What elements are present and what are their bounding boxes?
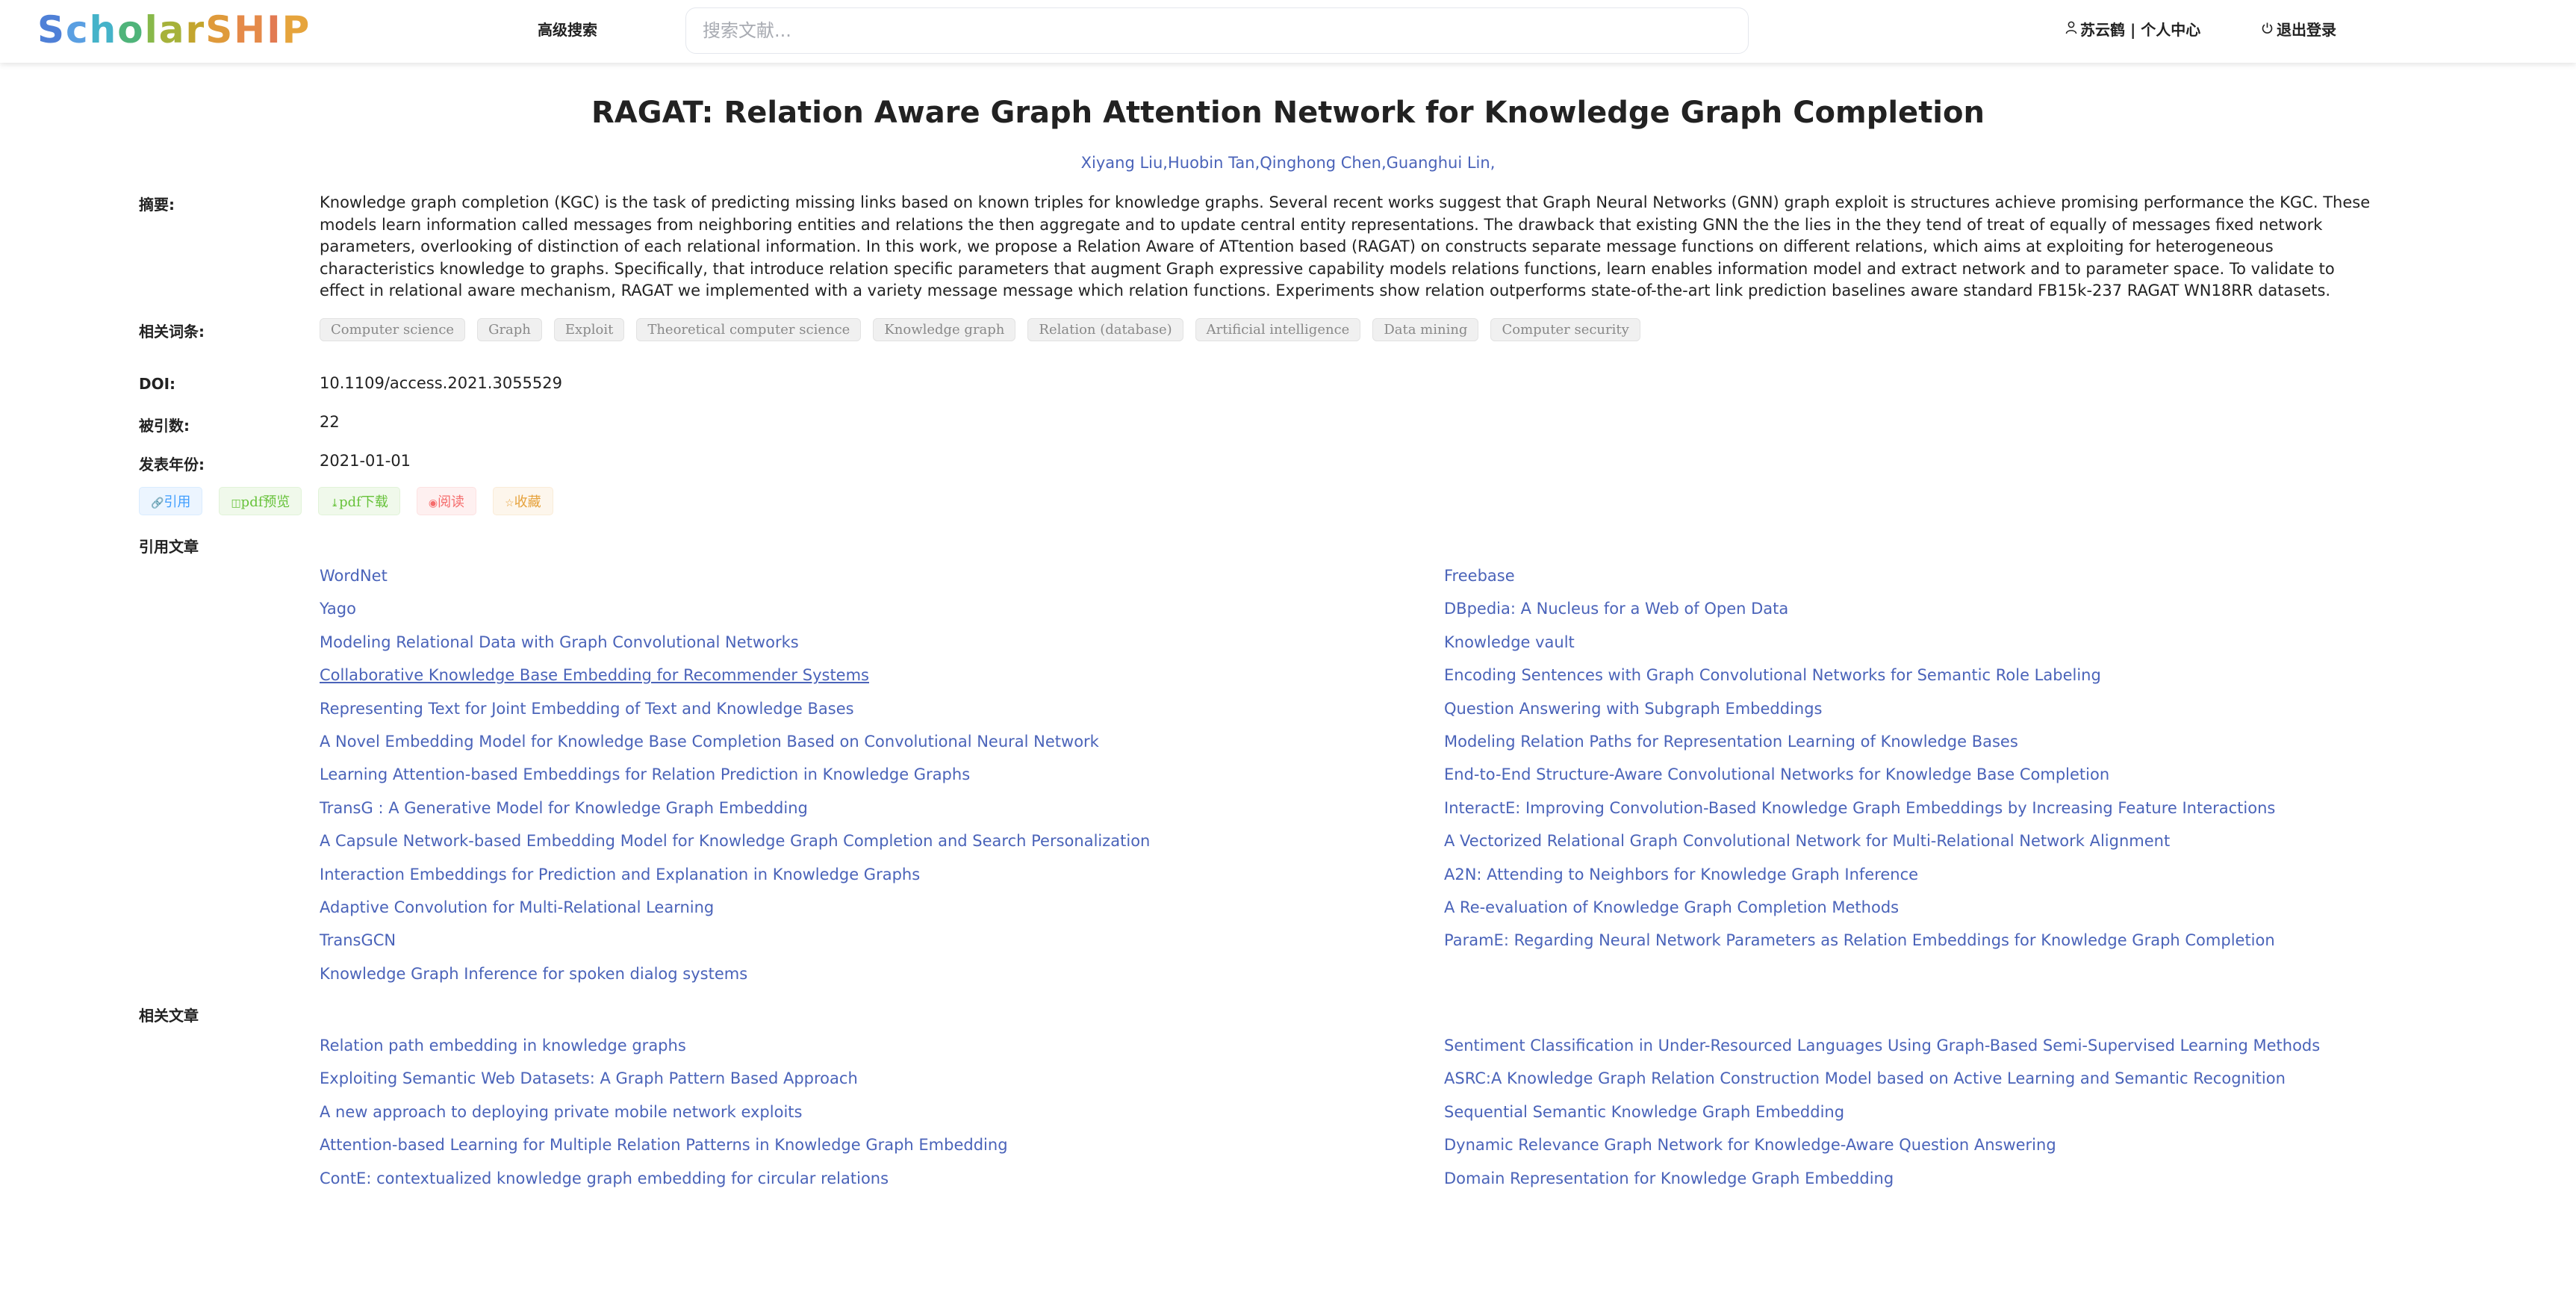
related-label: 相关文章	[139, 1007, 199, 1025]
year-label: 发表年份:	[139, 456, 205, 473]
reference-link[interactable]: WordNet	[320, 559, 1444, 592]
keyword-tags: Computer science Graph Exploit Theoretical …	[320, 318, 1640, 341]
keyword-tag[interactable]: Graph	[477, 318, 542, 341]
favorite-icon: ☆	[505, 497, 514, 509]
user-center-link[interactable]: 苏云鹤 | 个人中心	[2065, 18, 2200, 40]
reference-link[interactable]: A2N: Attending to Neighbors for Knowledg…	[1444, 858, 2545, 891]
logo-letter: r	[185, 8, 206, 52]
reference-link[interactable]: A Vectorized Relational Graph Convolutio…	[1444, 824, 2545, 857]
reference-link[interactable]: A Re-evaluation of Knowledge Graph Compl…	[1444, 891, 2545, 924]
related-article-link[interactable]: A new approach to deploying private mobi…	[320, 1096, 1444, 1128]
reference-link[interactable]: Collaborative Knowledge Base Embedding f…	[320, 659, 1444, 692]
paper-authors[interactable]: Xiyang Liu,Huobin Tan,Qinghong Chen,Guan…	[0, 154, 2576, 172]
cited-count-label: 被引数:	[139, 417, 190, 435]
related-article-link[interactable]: Sentiment Classification in Under-Resour…	[1444, 1029, 2545, 1062]
reference-link[interactable]: ParamE: Regarding Neural Network Paramet…	[1444, 924, 2545, 957]
related-article-link[interactable]: Sequential Semantic Knowledge Graph Embe…	[1444, 1096, 2545, 1128]
pdf-download-button-label: pdf下载	[339, 494, 388, 510]
logout-label: 退出登录	[2277, 21, 2336, 39]
reference-link[interactable]: Question Answering with Subgraph Embeddi…	[1444, 692, 2545, 725]
logo-letter: I	[267, 8, 282, 52]
keyword-tag[interactable]: Computer science	[320, 318, 466, 341]
logo-letter: S	[37, 8, 66, 52]
reference-link[interactable]: Yago	[320, 592, 1444, 625]
related-article-link[interactable]: Exploiting Semantic Web Datasets: A Grap…	[320, 1062, 1444, 1095]
reference-link[interactable]: A Novel Embedding Model for Knowledge Ba…	[320, 725, 1444, 758]
reference-link[interactable]: End-to-End Structure-Aware Convolutional…	[1444, 758, 2545, 791]
reference-link[interactable]: Knowledge vault	[1444, 626, 2545, 659]
reference-link[interactable]: A Capsule Network-based Embedding Model …	[320, 824, 1444, 857]
keyword-tag[interactable]: Artificial intelligence	[1195, 318, 1361, 341]
keyword-tag[interactable]: Data mining	[1372, 318, 1479, 341]
reference-link[interactable]: Modeling Relational Data with Graph Conv…	[320, 626, 1444, 659]
reference-link[interactable]: TransG : A Generative Model for Knowledg…	[320, 792, 1444, 824]
cite-icon: 🔗	[151, 497, 164, 509]
logo-letter: a	[158, 8, 186, 52]
cite-button[interactable]: 🔗引用	[139, 487, 203, 515]
doi-value: 10.1109/access.2021.3055529	[320, 374, 562, 392]
read-button[interactable]: ◉阅读	[416, 487, 477, 515]
favorite-button-label: 收藏	[514, 494, 541, 510]
related-article-link[interactable]: Domain Representation for Knowledge Grap…	[1444, 1162, 2545, 1195]
paper-title: RAGAT: Relation Aware Graph Attention Ne…	[591, 96, 1985, 130]
reference-link[interactable]: Representing Text for Joint Embedding of…	[320, 692, 1444, 725]
reference-link[interactable]: Knowledge Graph Inference for spoken dia…	[320, 957, 1444, 990]
power-icon	[2261, 20, 2274, 38]
user-center-label: 苏云鹤 | 个人中心	[2080, 21, 2201, 39]
keyword-tag[interactable]: Exploit	[553, 318, 625, 341]
logo-letter: P	[281, 8, 311, 52]
reference-link[interactable]: Encoding Sentences with Graph Convolutio…	[1444, 659, 2545, 692]
related-article-link[interactable]: Dynamic Relevance Graph Network for Know…	[1444, 1128, 2545, 1161]
reference-link[interactable]: DBpedia: A Nucleus for a Web of Open Dat…	[1444, 592, 2545, 625]
keyword-tag[interactable]: Computer security	[1490, 318, 1640, 341]
search-input[interactable]	[685, 7, 1749, 54]
reference-link[interactable]: Adaptive Convolution for Multi-Relationa…	[320, 891, 1444, 924]
related-article-link[interactable]: Attention-based Learning for Multiple Re…	[320, 1128, 1444, 1161]
read-button-label: 阅读	[438, 494, 465, 510]
reference-link[interactable]: TransGCN	[320, 924, 1444, 957]
abstract-label: 摘要:	[139, 196, 175, 214]
pdf-download-button[interactable]: ⤓pdf下载	[318, 487, 400, 515]
reference-link[interactable]: InteractE: Improving Convolution-Based K…	[1444, 792, 2545, 824]
read-icon: ◉	[428, 497, 438, 509]
reference-link[interactable]: Interaction Embeddings for Prediction an…	[320, 858, 1444, 891]
logout-button[interactable]: 退出登录	[2261, 18, 2336, 40]
cited-count-value: 22	[320, 413, 340, 431]
pdf-preview-button[interactable]: ◫pdf预览	[219, 487, 302, 515]
action-buttons: 🔗引用 ◫pdf预览 ⤓pdf下载 ◉阅读 ☆收藏	[139, 487, 553, 515]
references-label: 引用文章	[139, 538, 199, 556]
reference-link[interactable]: Learning Attention-based Embeddings for …	[320, 758, 1444, 791]
reference-link[interactable]: Freebase	[1444, 559, 2545, 592]
advanced-search-link[interactable]: 高级搜索	[538, 18, 597, 40]
logo-letter: S	[205, 8, 234, 52]
scholarship-logo[interactable]: ScholarSHIP	[37, 7, 311, 52]
reference-link[interactable]: Modeling Relation Paths for Representati…	[1444, 725, 2545, 758]
keyword-tag[interactable]: Theoretical computer science	[636, 318, 862, 341]
related-list: Relation path embedding in knowledge gra…	[320, 1029, 2545, 1195]
top-navbar: ScholarSHIP 高级搜索 苏云鹤 | 个人中心 退出登录	[0, 0, 2576, 63]
cite-button-label: 引用	[164, 494, 191, 510]
logo-letter: o	[117, 8, 145, 52]
year-value: 2021-01-01	[320, 452, 411, 470]
keyword-tag[interactable]: Relation (database)	[1027, 318, 1183, 341]
keyword-tag[interactable]: Knowledge graph	[873, 318, 1016, 341]
keywords-label: 相关词条:	[139, 323, 205, 341]
logo-letter: H	[234, 8, 267, 52]
abstract-text: Knowledge graph completion (KGC) is the …	[320, 193, 2371, 299]
related-article-link[interactable]: ASRC:A Knowledge Graph Relation Construc…	[1444, 1062, 2545, 1095]
logo-letter: h	[89, 8, 118, 52]
favorite-button[interactable]: ☆收藏	[493, 487, 553, 515]
logo-letter: l	[144, 8, 159, 52]
related-article-link[interactable]: Relation path embedding in knowledge gra…	[320, 1029, 1444, 1062]
pdf-download-icon: ⤓	[330, 497, 340, 509]
related-article-link[interactable]: ContE: contextualized knowledge graph em…	[320, 1162, 1444, 1195]
logo-letter: c	[66, 8, 90, 52]
pdf-preview-icon: ◫	[231, 497, 241, 509]
user-icon	[2065, 20, 2077, 38]
pdf-preview-button-label: pdf预览	[240, 494, 290, 510]
doi-label: DOI:	[139, 375, 176, 393]
references-list: WordNet Freebase Yago DBpedia: A Nucleus fo…	[320, 559, 2545, 990]
